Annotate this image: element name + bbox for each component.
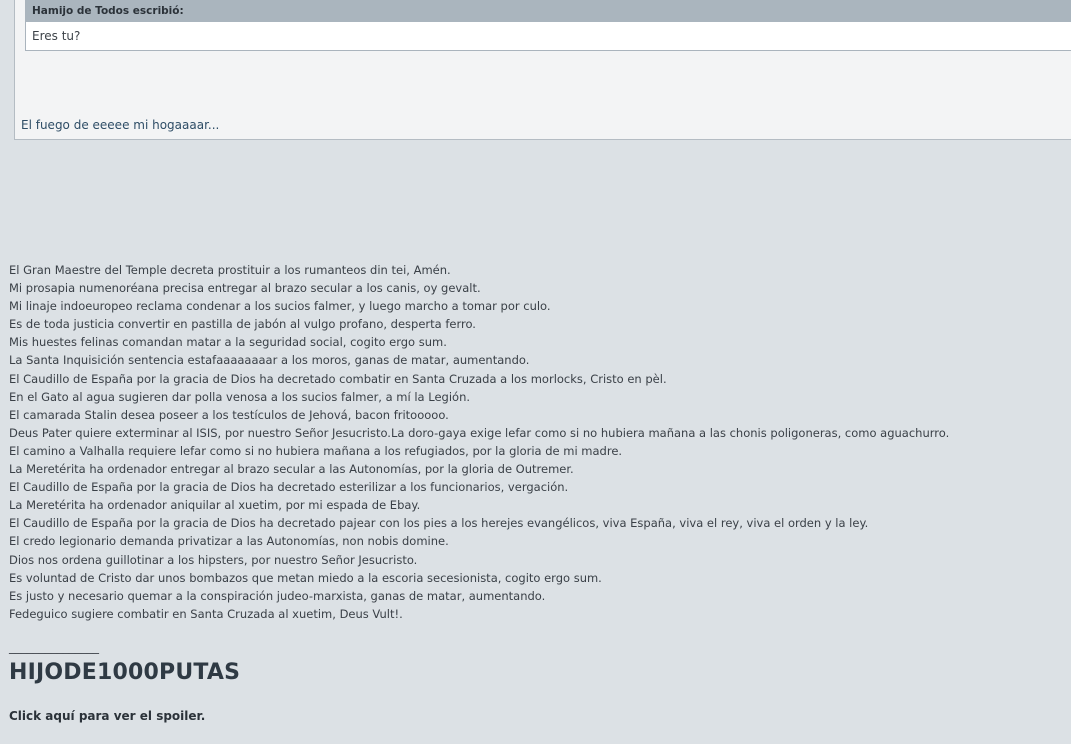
signature-line: Mi linaje indoeuropeo reclama condenar a… xyxy=(9,299,551,314)
spoiler-toggle-button[interactable]: Click aquí para ver el spoiler. xyxy=(9,709,205,723)
signature-line: El Caudillo de España por la gracia de D… xyxy=(9,516,869,531)
post-text: El fuego de eeeee mi hogaaaar... xyxy=(21,118,220,132)
signature-line: Mis huestes felinas comandan matar a la … xyxy=(9,335,447,350)
signature: El Gran Maestre del Temple decreta prost… xyxy=(9,261,949,623)
signature-line: El camino a Valhalla requiere lefar como… xyxy=(9,443,623,458)
signature-line: El Gran Maestre del Temple decreta prost… xyxy=(9,263,451,277)
signature-line: Es voluntad de Cristo dar unos bombazos … xyxy=(9,570,602,585)
signature-line: La Santa Inquisición sentencia estafaaaa… xyxy=(9,353,530,368)
signature-line: El camarada Stalin desea poseer a los te… xyxy=(9,407,449,422)
signature-line: Dios nos ordena guillotinar a los hipste… xyxy=(9,552,418,567)
signature-line: Deus Pater quiere exterminar al ISIS, po… xyxy=(9,425,950,440)
signature-line: Mi prosapia numenoréana precisa entregar… xyxy=(9,281,481,296)
quote-text: Eres tu? xyxy=(32,29,81,43)
quote-block: Hamijo de Todos escribió: Eres tu? xyxy=(25,0,1071,51)
signature-line: La Meretérita ha ordenador entregar al b… xyxy=(9,462,574,477)
signature-line: En el Gato al agua sugieren dar polla ve… xyxy=(9,389,471,404)
signature-line: El credo legionario demanda privatizar a… xyxy=(9,534,449,549)
signature-line: Fedeguico sugiere combatir en Santa Cruz… xyxy=(9,606,403,621)
quote-author[interactable]: Hamijo de Todos escribió: xyxy=(26,0,1071,22)
signature-divider: _______________ xyxy=(9,640,99,654)
signature-line: El Caudillo de España por la gracia de D… xyxy=(9,480,569,495)
signature-line: Es justo y necesario quemar a la conspir… xyxy=(9,588,546,603)
signature-line: Es de toda justicia convertir en pastill… xyxy=(9,317,476,332)
signature-line: La Meretérita ha ordenador aniquilar al … xyxy=(9,498,421,513)
post-body: Hamijo de Todos escribió: Eres tu? El fu… xyxy=(14,0,1071,140)
signature-big-title: HIJODE1000PUTAS xyxy=(9,660,241,685)
signature-line: El Caudillo de España por la gracia de D… xyxy=(9,371,667,386)
